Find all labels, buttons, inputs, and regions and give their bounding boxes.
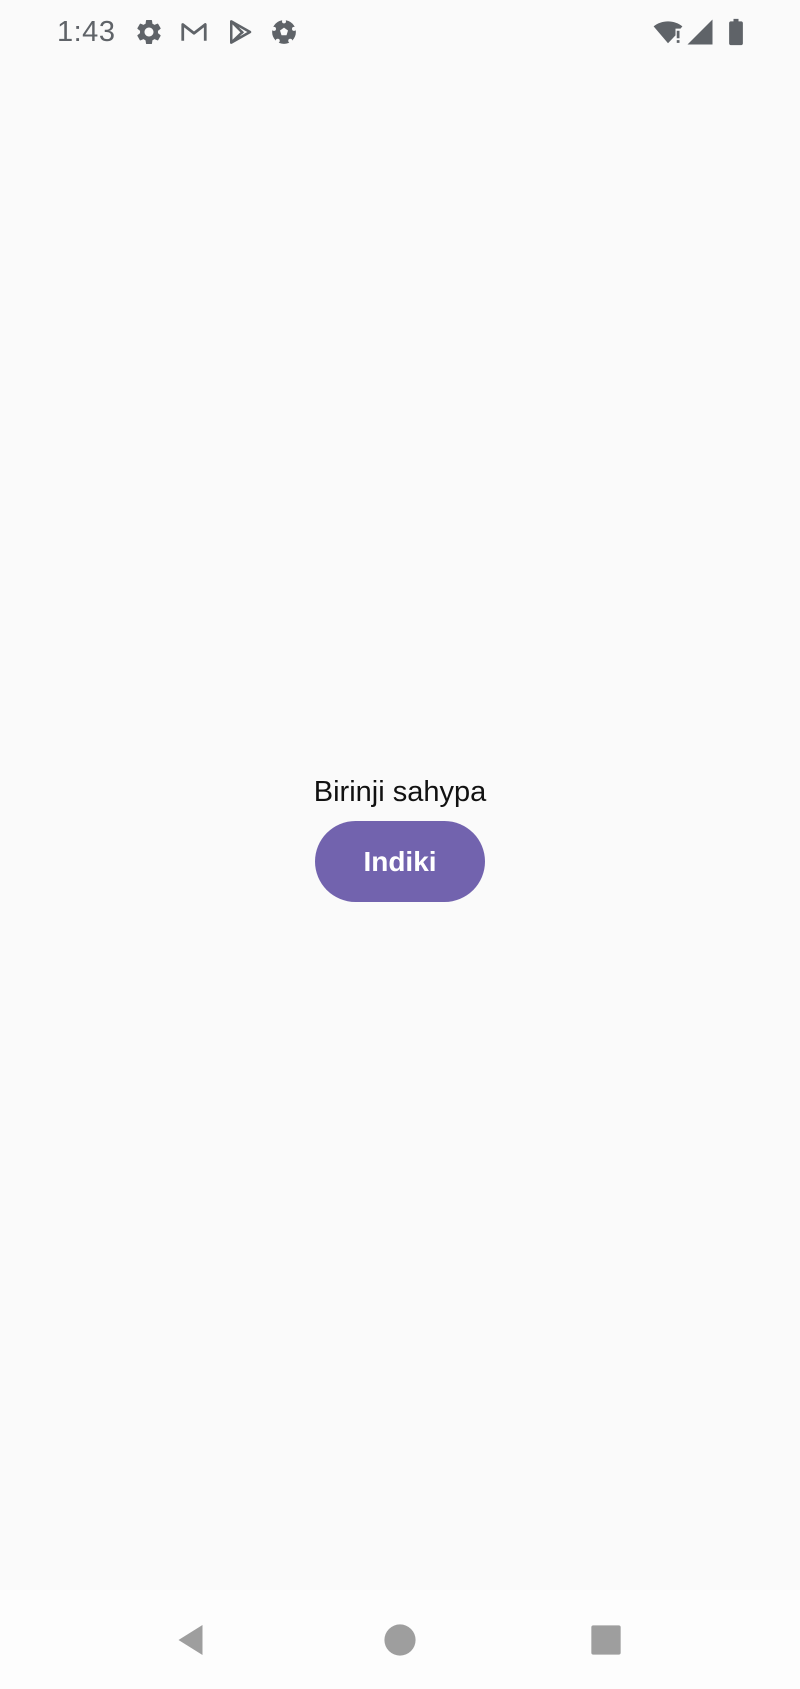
status-bar: 1:43 [0, 0, 800, 66]
soccer-ball-icon [269, 17, 299, 47]
page-title: Birinji sahypa [313, 776, 487, 808]
wifi-alert-icon [653, 17, 683, 47]
home-icon [384, 1624, 416, 1656]
recents-icon [591, 1625, 621, 1655]
back-icon [178, 1625, 203, 1655]
settings-icon [134, 17, 164, 47]
main-content: Birinji sahypa Indiki [0, 66, 800, 1590]
status-time: 1:43 [57, 16, 116, 48]
battery-icon [721, 17, 751, 47]
home-button[interactable] [370, 1610, 430, 1670]
gmail-icon [179, 17, 209, 47]
recents-button[interactable] [576, 1610, 636, 1670]
back-button[interactable] [162, 1610, 222, 1670]
next-button[interactable]: Indiki [315, 821, 485, 902]
cell-signal-icon [685, 17, 715, 47]
navigation-bar [0, 1590, 800, 1689]
play-store-icon [225, 17, 255, 47]
